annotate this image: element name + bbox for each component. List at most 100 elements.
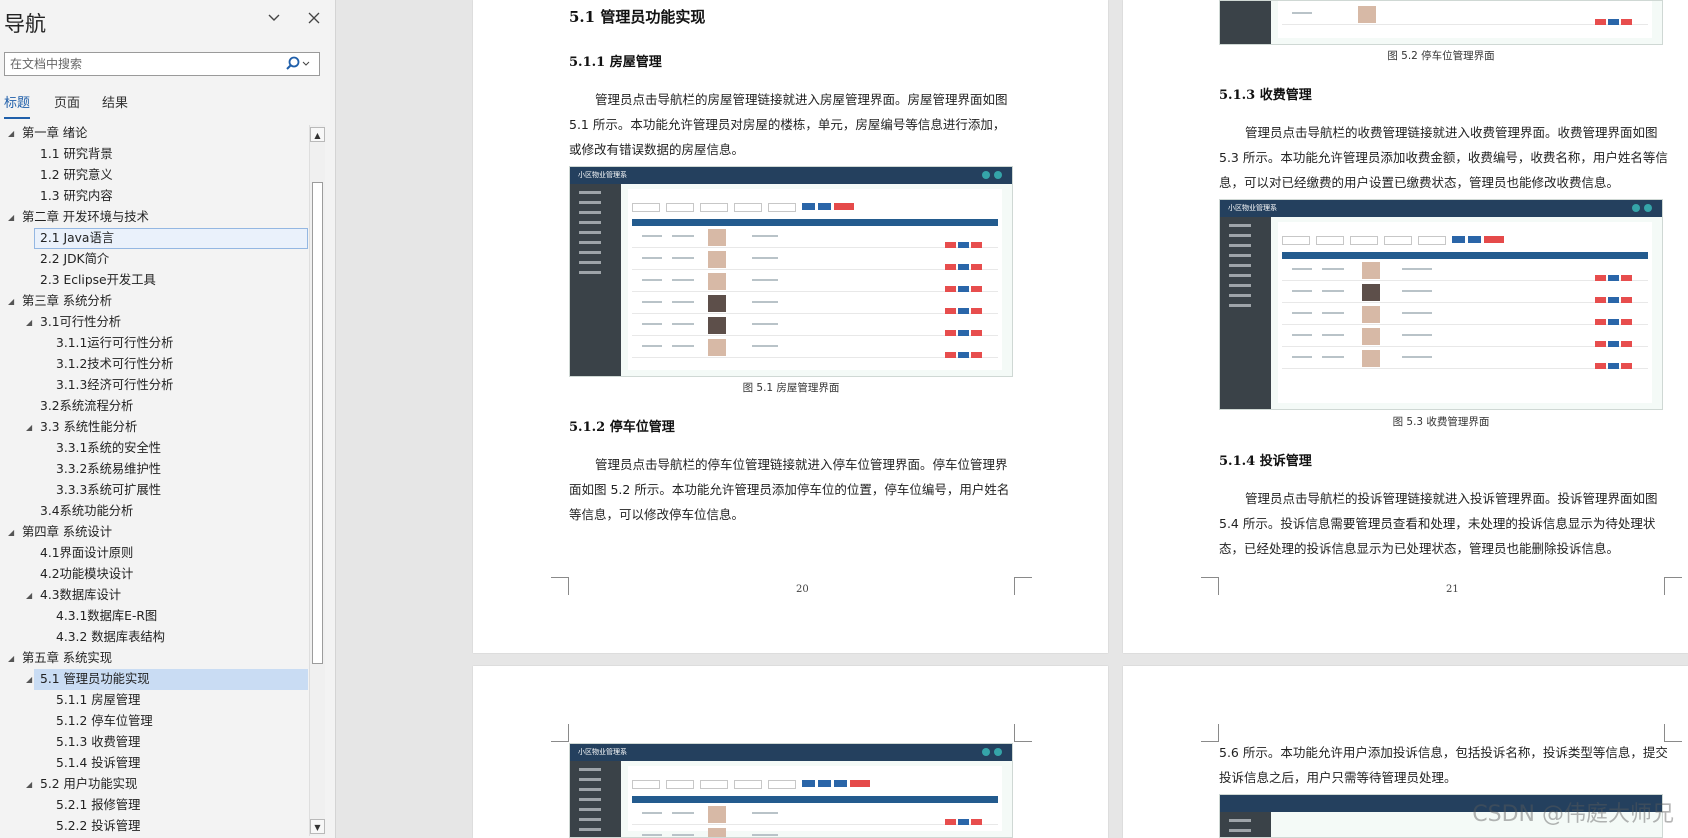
nav-heading-label: 5.1.2 停车位管理 xyxy=(56,714,153,728)
nav-heading-item[interactable]: 5.1.4 投诉管理 xyxy=(0,753,308,774)
nav-heading-label: 4.2功能模块设计 xyxy=(40,567,134,581)
paragraph-house-management: 管理员点击导航栏的房屋管理链接就进入房屋管理界面。房屋管理界面如图 5.1 所示… xyxy=(569,92,1008,157)
tab-results[interactable]: 结果 xyxy=(102,92,128,111)
search-icon[interactable] xyxy=(285,54,313,74)
figure-5-3-screenshot: 小区物业管理系 xyxy=(1219,199,1663,410)
nav-heading-label: 3.3.1系统的安全性 xyxy=(56,441,162,455)
paragraph-user-complaint: 5.6 所示。本功能允许用户添加投诉信息，包括投诉名称，投诉类型等信息，提交投诉… xyxy=(1219,745,1668,785)
scroll-up-arrow-icon[interactable]: ▲ xyxy=(310,127,325,142)
figure-5-4-screenshot: 小区物业管理系 xyxy=(569,743,1013,838)
nav-heading-item[interactable]: 4.2功能模块设计 xyxy=(0,564,308,585)
nav-heading-item[interactable]: ◢ 第五章 系统实现 xyxy=(0,648,308,669)
collapse-triangle-icon[interactable]: ◢ xyxy=(8,207,14,228)
nav-heading-item[interactable]: 5.1.3 收费管理 xyxy=(0,732,308,753)
nav-heading-label: 第一章 绪论 xyxy=(22,126,88,140)
nav-heading-item[interactable]: ◢ 第三章 系统分析 xyxy=(0,291,308,312)
nav-heading-item[interactable]: 1.3 研究内容 xyxy=(0,186,308,207)
navigation-pane: 导航 标题 页面 结果 ◢ 第一章 绪论 1.1 研究背景 1.2 研究意义 1.3 研… xyxy=(0,0,336,838)
nav-heading-item[interactable]: ◢ 3.1可行性分析 xyxy=(0,312,308,333)
heading-tree: ◢ 第一章 绪论 1.1 研究背景 1.2 研究意义 1.3 研究内容 ◢ 第二章 开发环境… xyxy=(0,123,308,837)
nav-heading-label: 5.1.4 投诉管理 xyxy=(56,756,141,770)
nav-options-chevron-icon[interactable] xyxy=(262,8,286,32)
nav-close-icon[interactable] xyxy=(302,8,326,32)
nav-heading-label: 5.1.3 收费管理 xyxy=(56,735,141,749)
nav-scrollbar[interactable]: ▲ ▼ xyxy=(309,125,325,836)
nav-heading-item[interactable]: 3.2系统流程分析 xyxy=(0,396,308,417)
nav-heading-item[interactable]: ◢ 第一章 绪论 xyxy=(0,123,308,144)
collapse-triangle-icon[interactable]: ◢ xyxy=(26,669,32,690)
nav-heading-item[interactable]: 3.1.2技术可行性分析 xyxy=(0,354,308,375)
caption-figure-5-2: 图 5.2 停车位管理界面 xyxy=(1387,50,1495,62)
collapse-triangle-icon[interactable]: ◢ xyxy=(8,291,14,312)
nav-heading-item[interactable]: 3.4系统功能分析 xyxy=(0,501,308,522)
scroll-down-arrow-icon[interactable]: ▼ xyxy=(310,819,325,834)
collapse-triangle-icon[interactable]: ◢ xyxy=(26,312,32,333)
nav-heading-label: 4.3数据库设计 xyxy=(40,588,122,602)
tab-pages[interactable]: 页面 xyxy=(54,92,80,111)
paragraph-parking-management: 管理员点击导航栏的停车位管理链接就进入停车位管理界面。停车位管理界面如图 5.2… xyxy=(569,457,1010,522)
nav-heading-item[interactable]: 2.3 Eclipse开发工具 xyxy=(0,270,308,291)
nav-heading-item[interactable]: 5.2.2 投诉管理 xyxy=(0,816,308,837)
nav-heading-item[interactable]: 4.1界面设计原则 xyxy=(0,543,308,564)
nav-heading-item[interactable]: 5.1.1 房屋管理 xyxy=(0,690,308,711)
margin-corner xyxy=(551,577,569,595)
heading-5-1: 5.1 管理员功能实现 xyxy=(569,8,706,26)
nav-heading-item[interactable]: ◢ 4.3数据库设计 xyxy=(0,585,308,606)
nav-heading-item[interactable]: 4.3.1数据库E-R图 xyxy=(0,606,308,627)
nav-heading-label: 第五章 系统实现 xyxy=(22,651,112,665)
page-number: 20 xyxy=(796,584,809,595)
nav-heading-item[interactable]: ◢ 3.3 系统性能分析 xyxy=(0,417,308,438)
nav-heading-label: 4.1界面设计原则 xyxy=(40,546,134,560)
nav-heading-item[interactable]: 3.1.3经济可行性分析 xyxy=(0,375,308,396)
collapse-triangle-icon[interactable]: ◢ xyxy=(26,417,32,438)
nav-heading-item[interactable]: 3.3.1系统的安全性 xyxy=(0,438,308,459)
nav-heading-label: 1.3 研究内容 xyxy=(40,189,113,203)
nav-heading-item[interactable]: 2.2 JDK简介 xyxy=(0,249,308,270)
nav-heading-label: 4.3.1数据库E-R图 xyxy=(56,609,158,623)
caption-figure-5-3: 图 5.3 收费管理界面 xyxy=(1392,416,1490,428)
nav-heading-item[interactable]: 1.2 研究意义 xyxy=(0,165,308,186)
figure-app-title: 小区物业管理系 xyxy=(578,171,627,179)
nav-heading-item[interactable]: 2.1 Java语言 xyxy=(34,228,308,249)
margin-corner xyxy=(1014,577,1032,595)
margin-corner xyxy=(1201,577,1219,595)
search-input[interactable] xyxy=(5,53,295,75)
nav-heading-label: 5.1 管理员功能实现 xyxy=(40,672,150,686)
nav-heading-item[interactable]: 5.2.1 报修管理 xyxy=(0,795,308,816)
nav-heading-item[interactable]: 3.1.1运行可行性分析 xyxy=(0,333,308,354)
nav-heading-item[interactable]: ◢ 第四章 系统设计 xyxy=(0,522,308,543)
nav-heading-label: 3.1.1运行可行性分析 xyxy=(56,336,174,350)
scrollbar-thumb[interactable] xyxy=(312,182,323,664)
collapse-triangle-icon[interactable]: ◢ xyxy=(26,585,32,606)
nav-heading-label: 2.3 Eclipse开发工具 xyxy=(40,273,156,287)
collapse-triangle-icon[interactable]: ◢ xyxy=(8,648,14,669)
heading-5-1-1: 5.1.1 房屋管理 xyxy=(569,55,662,70)
nav-title: 导航 xyxy=(4,12,46,36)
collapse-triangle-icon[interactable]: ◢ xyxy=(26,774,32,795)
watermark: CSDN @伟庭大师兄 xyxy=(1472,802,1674,827)
nav-heading-label: 3.3.2系统易维护性 xyxy=(56,462,162,476)
margin-corner xyxy=(1014,724,1032,742)
caption-figure-5-1: 图 5.1 房屋管理界面 xyxy=(742,382,840,394)
nav-heading-item[interactable]: 3.3.2系统易维护性 xyxy=(0,459,308,480)
nav-heading-label: 5.2.2 投诉管理 xyxy=(56,819,141,833)
collapse-triangle-icon[interactable]: ◢ xyxy=(8,123,14,144)
nav-heading-item[interactable]: ◢ 第二章 开发环境与技术 xyxy=(0,207,308,228)
document-page-20: 5.1 管理员功能实现 5.1.1 房屋管理 管理员点击导航栏的房屋管理链接就进… xyxy=(473,0,1108,653)
nav-heading-item[interactable]: 5.1.2 停车位管理 xyxy=(0,711,308,732)
nav-heading-item[interactable]: 1.1 研究背景 xyxy=(0,144,308,165)
nav-tabs: 标题 页面 结果 xyxy=(0,92,330,120)
nav-heading-label: 5.1.1 房屋管理 xyxy=(56,693,141,707)
nav-heading-label: 3.4系统功能分析 xyxy=(40,504,134,518)
margin-corner xyxy=(1664,577,1682,595)
paragraph-fee-management: 管理员点击导航栏的收费管理链接就进入收费管理界面。收费管理界面如图 5.3 所示… xyxy=(1219,125,1668,190)
nav-heading-item[interactable]: 4.3.2 数据库表结构 xyxy=(0,627,308,648)
collapse-triangle-icon[interactable]: ◢ xyxy=(8,522,14,543)
nav-heading-label: 5.2.1 报修管理 xyxy=(56,798,141,812)
nav-heading-label: 3.2系统流程分析 xyxy=(40,399,134,413)
nav-heading-item[interactable]: 3.3.3系统可扩展性 xyxy=(0,480,308,501)
tab-headings[interactable]: 标题 xyxy=(4,92,31,119)
nav-heading-label: 3.3 系统性能分析 xyxy=(40,420,138,434)
nav-heading-item[interactable]: ◢ 5.1 管理员功能实现 xyxy=(26,669,308,690)
nav-heading-item[interactable]: ◢ 5.2 用户功能实现 xyxy=(0,774,308,795)
